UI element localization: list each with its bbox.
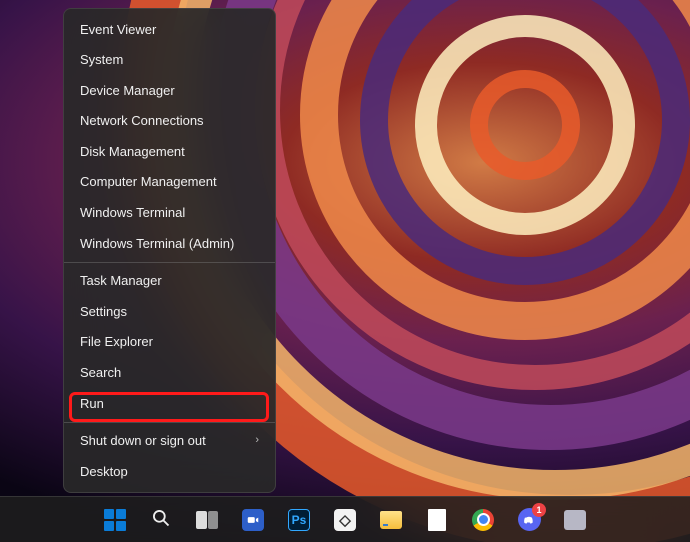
- menu-item-label: Run: [80, 396, 104, 412]
- search-icon: [151, 508, 171, 531]
- menu-item-label: Windows Terminal (Admin): [80, 236, 234, 252]
- menu-item-label: Disk Management: [80, 144, 185, 160]
- menu-item-network-connections[interactable]: Network Connections: [64, 106, 275, 137]
- taskbar: Ps ◇ 1: [0, 496, 690, 542]
- misc-app[interactable]: [556, 501, 594, 539]
- menu-item-label: System: [80, 52, 123, 68]
- document-app[interactable]: [418, 501, 456, 539]
- file-explorer-app[interactable]: [372, 501, 410, 539]
- photoshop-icon: Ps: [288, 509, 310, 531]
- zoom-icon: [242, 509, 264, 531]
- app-icon: [564, 510, 586, 530]
- folder-icon: [380, 511, 402, 529]
- menu-item-label: Settings: [80, 304, 127, 320]
- discord-app[interactable]: 1: [510, 501, 548, 539]
- windows-start-icon: [104, 509, 126, 531]
- menu-item-windows-terminal-admin[interactable]: Windows Terminal (Admin): [64, 228, 275, 259]
- menu-item-run[interactable]: Run: [64, 388, 275, 419]
- photoshop-app[interactable]: Ps: [280, 501, 318, 539]
- menu-item-label: Network Connections: [80, 113, 204, 129]
- menu-item-task-manager[interactable]: Task Manager: [64, 266, 275, 297]
- menu-separator: [64, 262, 275, 263]
- menu-separator: [64, 422, 275, 423]
- menu-item-windows-terminal[interactable]: Windows Terminal: [64, 198, 275, 229]
- menu-item-event-viewer[interactable]: Event Viewer: [64, 14, 275, 45]
- task-view-button[interactable]: [188, 501, 226, 539]
- menu-item-label: Event Viewer: [80, 22, 156, 38]
- winx-power-menu: Event Viewer System Device Manager Network …: [63, 8, 276, 493]
- menu-item-system[interactable]: System: [64, 45, 275, 76]
- menu-item-shut-down-or-sign-out[interactable]: Shut down or sign out ›: [64, 426, 275, 457]
- document-icon: [428, 509, 446, 531]
- menu-item-desktop[interactable]: Desktop: [64, 456, 275, 487]
- chrome-icon: [472, 509, 494, 531]
- task-view-icon: [196, 511, 218, 529]
- menu-item-label: Device Manager: [80, 83, 175, 99]
- roblox-icon: ◇: [334, 509, 356, 531]
- menu-item-disk-management[interactable]: Disk Management: [64, 136, 275, 167]
- menu-item-label: Shut down or sign out: [80, 433, 206, 449]
- menu-item-file-explorer[interactable]: File Explorer: [64, 327, 275, 358]
- zoom-app[interactable]: [234, 501, 272, 539]
- menu-item-label: Search: [80, 365, 121, 381]
- menu-item-label: Desktop: [80, 464, 128, 480]
- menu-item-search[interactable]: Search: [64, 358, 275, 389]
- menu-item-label: Windows Terminal: [80, 205, 185, 221]
- search-button[interactable]: [142, 501, 180, 539]
- menu-item-computer-management[interactable]: Computer Management: [64, 167, 275, 198]
- menu-item-device-manager[interactable]: Device Manager: [64, 75, 275, 106]
- menu-item-settings[interactable]: Settings: [64, 296, 275, 327]
- menu-item-label: Computer Management: [80, 174, 217, 190]
- start-button[interactable]: [96, 501, 134, 539]
- menu-item-label: Task Manager: [80, 273, 162, 289]
- chrome-app[interactable]: [464, 501, 502, 539]
- menu-item-label: File Explorer: [80, 334, 153, 350]
- roblox-app[interactable]: ◇: [326, 501, 364, 539]
- chevron-right-icon: ›: [255, 434, 259, 447]
- notification-badge: 1: [532, 503, 546, 517]
